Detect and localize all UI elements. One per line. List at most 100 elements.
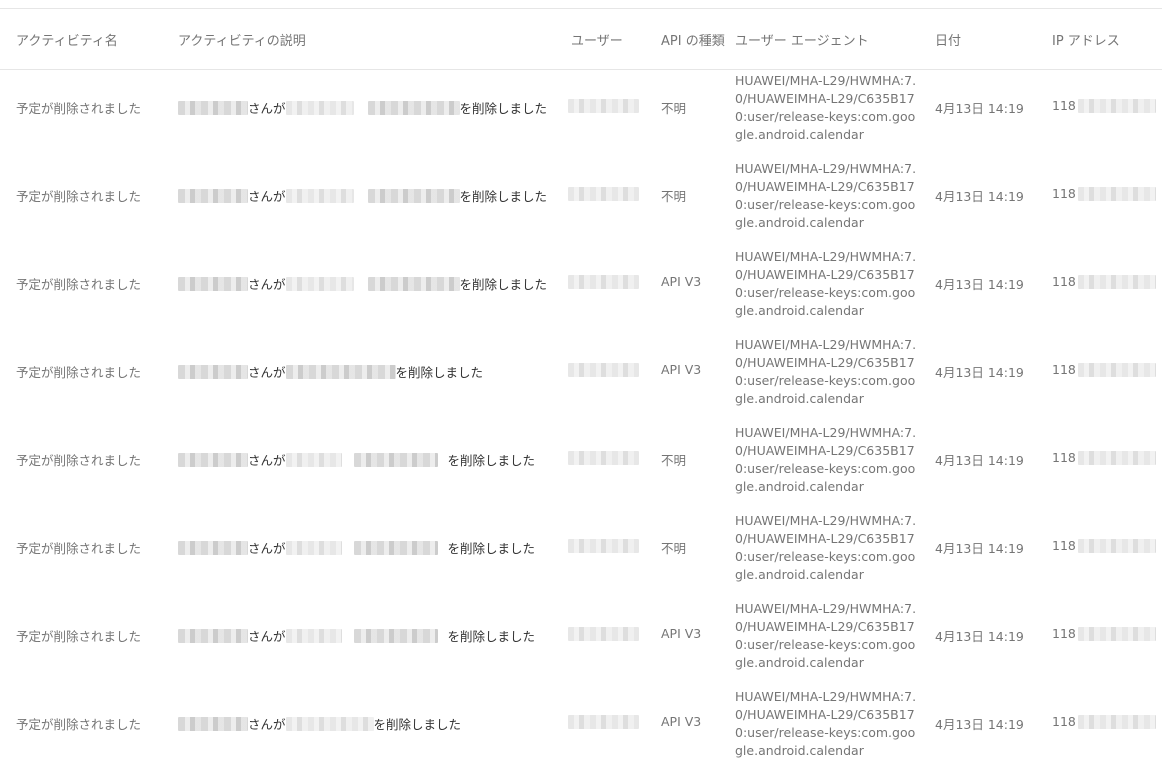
redacted-event-title (285, 364, 396, 379)
user-agent-cell: HUAWEI/MHA-L29/HWMHA:7.0/HUAWEIMHA-L29/C… (735, 689, 917, 758)
redacted-user-name (178, 100, 248, 115)
user-agent-cell: HUAWEI/MHA-L29/HWMHA:7.0/HUAWEIMHA-L29/C… (735, 601, 917, 670)
table-row[interactable]: 予定が削除されました さんが を削除しました 不明 HUAWEI/MHA-L29… (0, 510, 1162, 598)
activity-description-cell: さんが を削除しました (178, 538, 535, 557)
redacted-user-name (178, 364, 248, 379)
activity-description-cell: さんが を削除しました (178, 274, 547, 293)
redacted-ip (1077, 98, 1156, 113)
table-header: アクティビティ名 アクティビティの説明 ユーザー API の種類 ユーザー エー… (0, 9, 1162, 70)
table-row[interactable]: 予定が削除されました さんが を削除しました API V3 HUAWEI/MHA… (0, 686, 1162, 774)
user-agent-cell: HUAWEI/MHA-L29/HWMHA:7.0/HUAWEIMHA-L29/C… (735, 73, 917, 142)
table-row[interactable]: 予定が削除されました さんが を削除しました API V3 HUAWEI/MHA… (0, 246, 1162, 334)
ip-prefix: 118 (1052, 450, 1076, 465)
activity-description-cell: さんが を削除しました (178, 186, 547, 205)
api-type-cell: 不明 (661, 101, 687, 116)
redacted-user (568, 363, 639, 377)
ip-prefix: 118 (1052, 274, 1076, 289)
ip-address-cell: 118 (1052, 186, 1156, 201)
description-text-mid: さんが (248, 541, 286, 556)
ip-prefix: 118 (1052, 362, 1076, 377)
user-agent-cell: HUAWEI/MHA-L29/HWMHA:7.0/HUAWEIMHA-L29/C… (735, 337, 917, 406)
ip-prefix: 118 (1052, 538, 1076, 553)
redacted-user-name (178, 188, 248, 203)
description-text-end: を削除しました (447, 541, 536, 556)
table-row[interactable]: 予定が削除されました さんが を削除しました API V3 HUAWEI/MHA… (0, 598, 1162, 686)
api-type-cell: API V3 (661, 274, 702, 289)
description-text-mid: さんが (248, 629, 286, 644)
redacted-ip (1077, 626, 1156, 641)
redacted-ip (1077, 274, 1156, 289)
api-type-cell: 不明 (661, 453, 687, 468)
description-text-end: を削除しました (395, 365, 484, 380)
column-header-api-type[interactable]: API の種類 (661, 30, 725, 49)
activity-description-cell: さんが を削除しました (178, 714, 461, 733)
description-text-end: を削除しました (447, 453, 536, 468)
redacted-event-title (285, 452, 342, 467)
redacted-ip (1077, 362, 1156, 377)
redacted-event-title (285, 628, 342, 643)
ip-address-cell: 118 (1052, 538, 1156, 553)
user-cell (568, 451, 639, 465)
table-row[interactable]: 予定が削除されました さんが を削除しました 不明 HUAWEI/MHA-L29… (0, 70, 1162, 158)
description-text-end: を削除しました (447, 629, 536, 644)
column-header-activity-description[interactable]: アクティビティの説明 (178, 30, 306, 49)
table-row[interactable]: 予定が削除されました さんが を削除しました 不明 HUAWEI/MHA-L29… (0, 422, 1162, 510)
description-text-mid: さんが (248, 453, 286, 468)
description-text-end: を削除しました (459, 101, 548, 116)
redacted-event-title (353, 540, 438, 555)
activity-name-cell: 予定が削除されました (16, 453, 142, 468)
date-cell: 4月13日 14:19 (935, 541, 1024, 556)
activity-name-cell: 予定が削除されました (16, 365, 142, 380)
ip-address-cell: 118 (1052, 450, 1156, 465)
user-cell (568, 363, 639, 377)
redacted-user (568, 627, 639, 641)
user-cell (568, 539, 639, 553)
redacted-user (568, 99, 639, 113)
redacted-event-title (353, 452, 438, 467)
user-cell (568, 187, 639, 201)
ip-address-cell: 118 (1052, 626, 1156, 641)
table-row[interactable]: 予定が削除されました さんが を削除しました 不明 HUAWEI/MHA-L29… (0, 158, 1162, 246)
user-cell (568, 275, 639, 289)
redacted-event-title (367, 100, 460, 115)
column-header-user-agent[interactable]: ユーザー エージェント (735, 30, 869, 49)
date-cell: 4月13日 14:19 (935, 717, 1024, 732)
date-cell: 4月13日 14:19 (935, 453, 1024, 468)
description-text-mid: さんが (248, 189, 286, 204)
table-row[interactable]: 予定が削除されました さんが を削除しました API V3 HUAWEI/MHA… (0, 334, 1162, 422)
redacted-user-name (178, 276, 248, 291)
redacted-user (568, 715, 639, 729)
activity-name-cell: 予定が削除されました (16, 101, 142, 116)
column-header-activity-name[interactable]: アクティビティ名 (16, 30, 118, 49)
date-cell: 4月13日 14:19 (935, 101, 1024, 116)
redacted-ip (1077, 538, 1156, 553)
date-cell: 4月13日 14:19 (935, 189, 1024, 204)
column-header-ip-address[interactable]: IP アドレス (1052, 30, 1120, 49)
redacted-user (568, 275, 639, 289)
redacted-event-title (367, 276, 460, 291)
activity-name-cell: 予定が削除されました (16, 541, 142, 556)
date-cell: 4月13日 14:19 (935, 277, 1024, 292)
column-header-date[interactable]: 日付 (935, 30, 961, 49)
api-type-cell: API V3 (661, 714, 702, 729)
redacted-event-title (285, 540, 342, 555)
activity-name-cell: 予定が削除されました (16, 629, 142, 644)
ip-address-cell: 118 (1052, 362, 1156, 377)
user-cell (568, 99, 639, 113)
redacted-event-title (367, 188, 460, 203)
redacted-user (568, 451, 639, 465)
ip-prefix: 118 (1052, 714, 1076, 729)
ip-address-cell: 118 (1052, 98, 1156, 113)
column-header-user[interactable]: ユーザー (571, 30, 623, 49)
activity-name-cell: 予定が削除されました (16, 277, 142, 292)
activity-table-body: 予定が削除されました さんが を削除しました 不明 HUAWEI/MHA-L29… (0, 70, 1162, 774)
user-agent-cell: HUAWEI/MHA-L29/HWMHA:7.0/HUAWEIMHA-L29/C… (735, 513, 917, 582)
date-cell: 4月13日 14:19 (935, 629, 1024, 644)
activity-name-cell: 予定が削除されました (16, 189, 142, 204)
redacted-user-name (178, 716, 248, 731)
description-text-mid: さんが (248, 717, 286, 732)
description-text-end: を削除しました (373, 717, 462, 732)
redacted-event-title (285, 716, 374, 731)
redacted-ip (1077, 714, 1156, 729)
api-type-cell: API V3 (661, 626, 702, 641)
